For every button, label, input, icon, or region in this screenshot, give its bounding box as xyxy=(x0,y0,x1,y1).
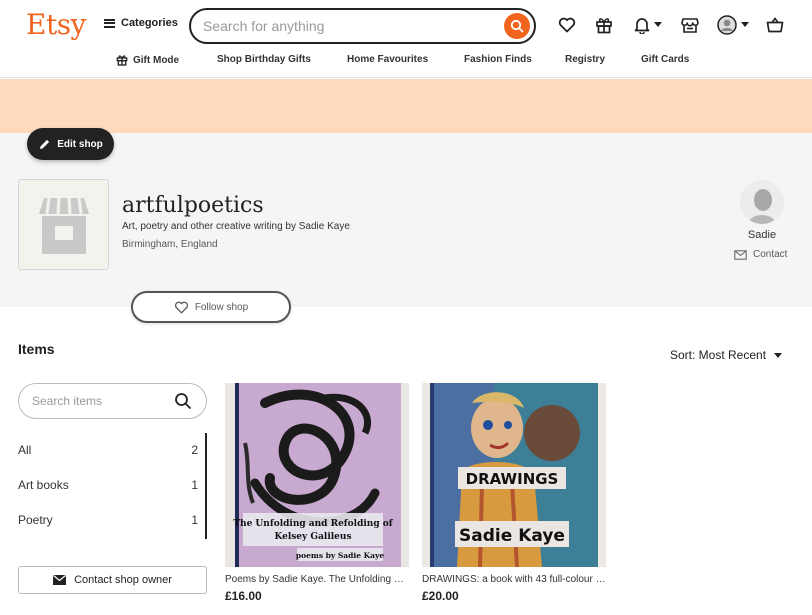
chevron-down-icon xyxy=(741,22,749,27)
nav-item-registry[interactable]: Registry xyxy=(565,54,605,65)
menu-icon xyxy=(104,18,115,28)
pencil-icon xyxy=(40,139,50,149)
book-cover-drawings: DRAWINGS Sadie Kaye xyxy=(422,383,606,567)
section-item-poetry[interactable]: Poetry 1 xyxy=(18,513,198,533)
product-title[interactable]: Poems by Sadie Kaye. The Unfolding and R… xyxy=(225,574,409,585)
contact-label: Contact xyxy=(753,249,788,260)
basket-button[interactable] xyxy=(765,15,785,35)
cover-author: poems by Sadie Kaye xyxy=(296,551,384,560)
search-bar xyxy=(189,8,536,44)
cover-title-line1: The Unfolding and Refolding of xyxy=(233,519,393,529)
sort-dropdown[interactable]: Sort: Most Recent xyxy=(670,348,783,362)
follow-shop-button[interactable]: Follow shop xyxy=(131,291,291,323)
item-search-input[interactable] xyxy=(32,394,172,408)
nav-item-label: Gift Mode xyxy=(133,54,180,66)
search-icon[interactable] xyxy=(174,392,192,410)
envelope-icon xyxy=(734,249,747,260)
shop-manager-button[interactable] xyxy=(680,15,700,35)
section-count: 2 xyxy=(191,443,198,457)
product-card[interactable]: DRAWINGS Sadie Kaye DRAWINGS: a book wit… xyxy=(422,383,606,603)
shop-tagline: Art, poetry and other creative writing b… xyxy=(122,221,350,232)
section-item-all[interactable]: All 2 xyxy=(18,443,198,463)
avatar-icon xyxy=(717,15,737,35)
contact-owner-link[interactable]: Contact xyxy=(734,249,787,260)
shop-owner-avatar[interactable] xyxy=(740,180,784,224)
store-icon xyxy=(681,18,699,33)
heart-icon xyxy=(174,301,188,313)
product-price: £20.00 xyxy=(422,589,459,603)
envelope-icon xyxy=(53,575,67,585)
bell-icon xyxy=(634,18,650,34)
section-count: 1 xyxy=(191,513,198,527)
product-image[interactable]: The Unfolding and Refolding of Kelsey Ga… xyxy=(225,383,409,567)
nav-item-gift-mode[interactable]: Gift Mode xyxy=(116,54,179,66)
search-input[interactable] xyxy=(203,18,493,34)
nav-item-birthday-gifts[interactable]: Shop Birthday Gifts xyxy=(217,54,311,65)
site-header: Etsy Categories Gift Mode Shop Birthday … xyxy=(0,0,812,78)
section-label: All xyxy=(18,443,32,457)
shop-logo xyxy=(18,179,109,270)
nav-item-fashion-finds[interactable]: Fashion Finds xyxy=(464,54,532,65)
categories-label: Categories xyxy=(121,17,178,29)
notifications-button[interactable] xyxy=(631,15,665,35)
gift-icon xyxy=(596,18,612,34)
edit-shop-button[interactable]: Edit shop xyxy=(27,128,114,160)
categories-button[interactable]: Categories xyxy=(104,17,178,29)
gift-icon xyxy=(116,55,128,66)
etsy-logo[interactable]: Etsy xyxy=(26,8,86,41)
item-search-box xyxy=(18,383,207,419)
sort-label: Sort: Most Recent xyxy=(670,348,767,362)
book-cover-poems: The Unfolding and Refolding of Kelsey Ga… xyxy=(225,383,409,567)
shop-name: artfulpoetics xyxy=(122,193,264,218)
shop-banner xyxy=(0,79,812,133)
category-nav: Gift Mode Shop Birthday Gifts Home Favou… xyxy=(0,54,812,68)
contact-shop-owner-button[interactable]: Contact shop owner xyxy=(18,566,207,594)
search-icon xyxy=(510,19,524,33)
cover-title: DRAWINGS xyxy=(466,470,559,488)
items-heading: Items xyxy=(18,341,55,357)
gift-button[interactable] xyxy=(594,15,614,35)
section-label: Poetry xyxy=(18,513,53,527)
product-price: £16.00 xyxy=(225,589,262,603)
cover-title-line2: Kelsey Galileus xyxy=(274,532,351,542)
product-title[interactable]: DRAWINGS: a book with 43 full-colour dra… xyxy=(422,574,606,585)
nav-item-home-favourites[interactable]: Home Favourites xyxy=(347,54,428,65)
section-item-art-books[interactable]: Art books 1 xyxy=(18,478,198,498)
heart-icon xyxy=(558,17,576,33)
section-label: Art books xyxy=(18,478,69,492)
section-count: 1 xyxy=(191,478,198,492)
shop-location: Birmingham, England xyxy=(122,239,218,250)
account-button[interactable] xyxy=(716,15,750,35)
shop-owner-name[interactable]: Sadie xyxy=(744,229,780,241)
search-button[interactable] xyxy=(504,13,530,39)
person-silhouette-icon xyxy=(748,189,776,224)
nav-item-gift-cards[interactable]: Gift Cards xyxy=(641,54,689,65)
favorites-button[interactable] xyxy=(557,15,577,35)
product-image[interactable]: DRAWINGS Sadie Kaye xyxy=(422,383,606,567)
contact-shop-owner-label: Contact shop owner xyxy=(74,574,172,586)
storefront-icon xyxy=(38,197,89,254)
edit-shop-label: Edit shop xyxy=(57,138,103,150)
section-filter-list: All 2 Art books 1 Poetry 1 xyxy=(18,433,207,539)
follow-shop-label: Follow shop xyxy=(194,301,249,313)
basket-icon xyxy=(766,17,784,33)
product-card[interactable]: The Unfolding and Refolding of Kelsey Ga… xyxy=(225,383,409,603)
caret-down-icon xyxy=(774,352,783,358)
shop-info-panel xyxy=(0,133,812,307)
chevron-down-icon xyxy=(654,22,662,27)
cover-author: Sadie Kaye xyxy=(459,526,565,546)
